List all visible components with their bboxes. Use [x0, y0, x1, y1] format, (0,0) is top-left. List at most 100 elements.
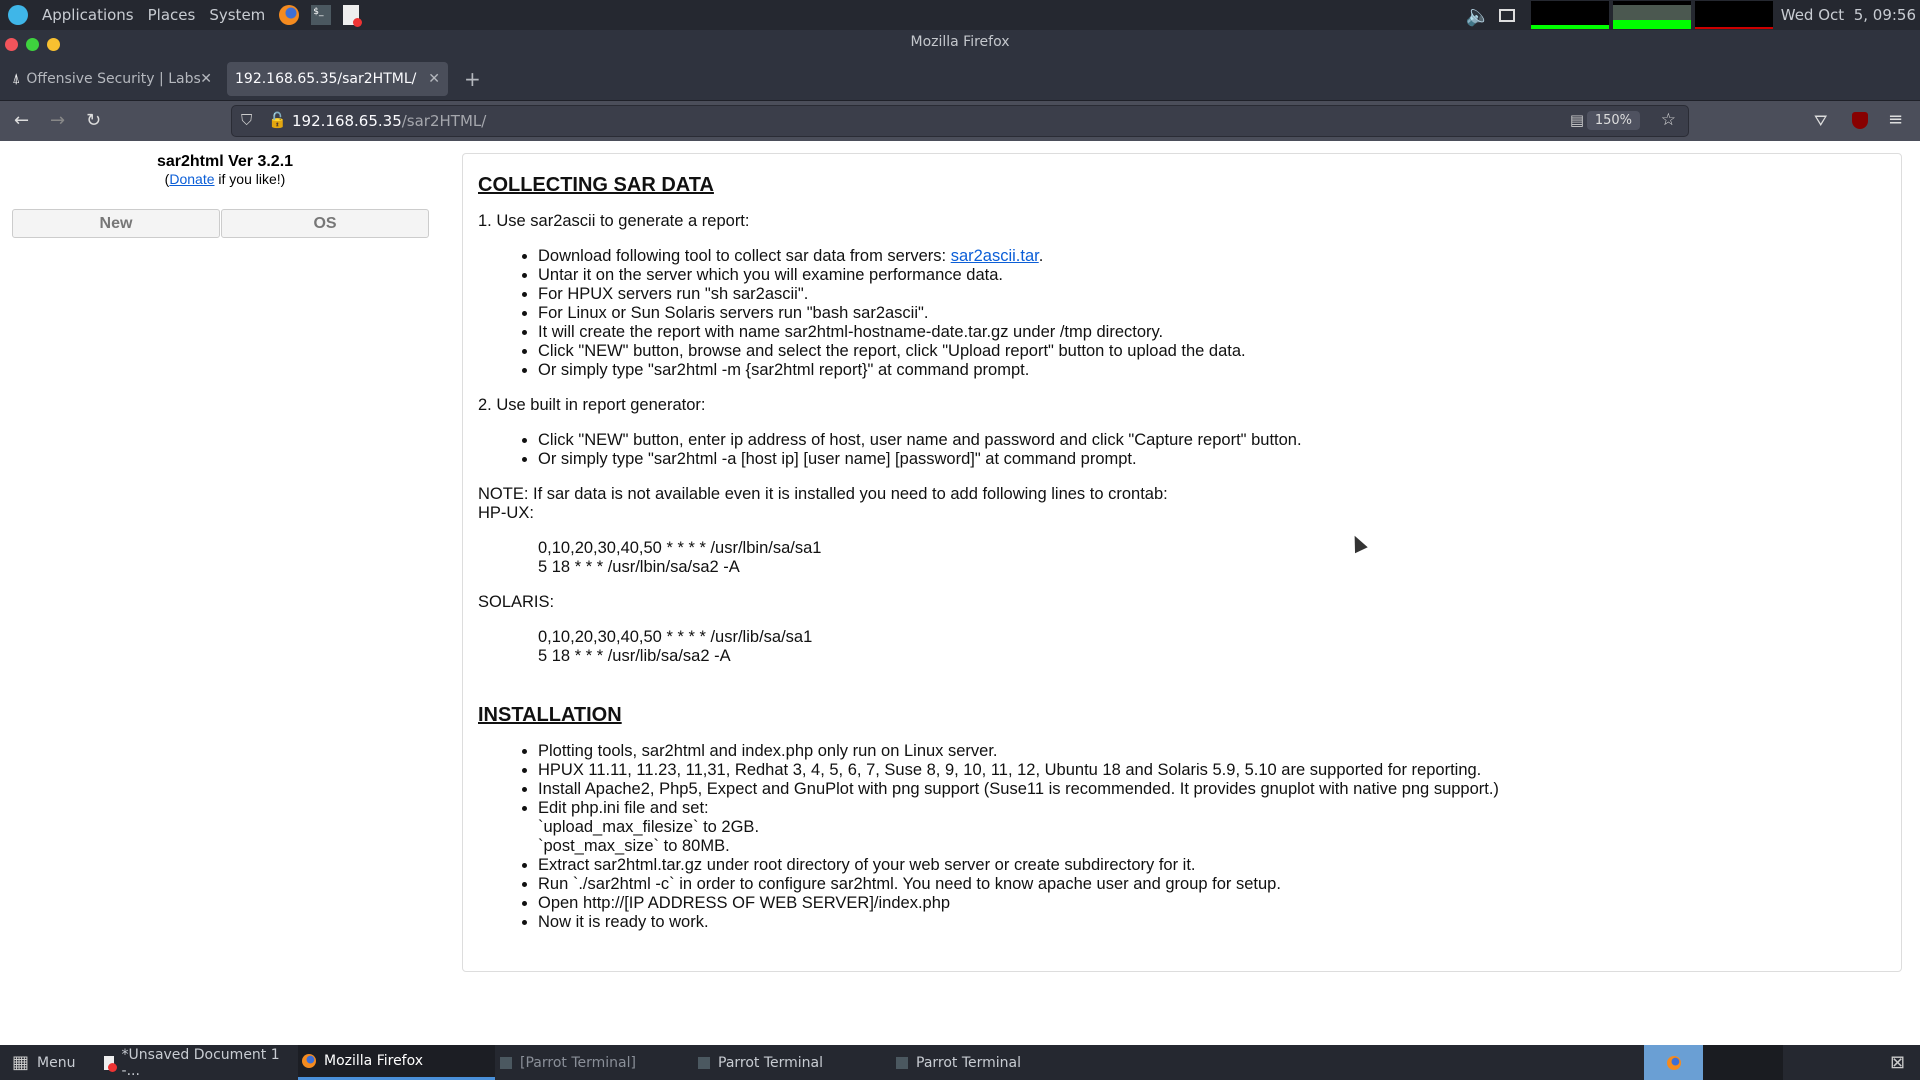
forward-button[interactable]: →: [50, 110, 65, 131]
shield-icon[interactable]: ⛉: [241, 111, 252, 129]
close-tab-icon[interactable]: ✕: [200, 71, 212, 87]
taskbar-item-text-editor[interactable]: *Unsaved Document 1 -...: [104, 1045, 294, 1080]
taskbar-label: *Unsaved Document 1 -...: [121, 1046, 280, 1079]
list-item: Install Apache2, Php5, Expect and GnuPlo…: [538, 780, 1886, 799]
reload-button[interactable]: ↻: [86, 110, 101, 131]
app-version-title: sar2html Ver 3.2.1: [156, 153, 294, 170]
tab-label: 192.168.65.35/sar2HTML/: [235, 71, 417, 87]
solaris-crontab: 0,10,20,30,40,50 * * * * /usr/lib/sa/sa1…: [538, 628, 1886, 666]
menu-hamburger-icon[interactable]: ≡: [1888, 109, 1903, 130]
taskbar-item-firefox[interactable]: Mozilla Firefox: [298, 1045, 495, 1080]
crontab-line: 5 18 * * * /usr/lib/sa/sa2 -A: [538, 647, 731, 665]
list-item: For HPUX servers run "sh sar2ascii".: [538, 285, 1886, 304]
taskbar-item-terminal-1[interactable]: [Parrot Terminal]: [500, 1045, 636, 1080]
firefox-launcher-icon[interactable]: [279, 5, 300, 25]
grid-icon: ▦: [12, 1052, 30, 1073]
list-item: Edit php.ini file and set:`upload_max_fi…: [538, 799, 1886, 856]
crontab-line: 0,10,20,30,40,50 * * * * /usr/lib/sa/sa1: [538, 628, 813, 646]
taskbar-label: [Parrot Terminal]: [520, 1054, 636, 1071]
ublock-icon[interactable]: [1852, 112, 1868, 129]
terminal-launcher-icon[interactable]: $_: [311, 5, 332, 25]
back-button[interactable]: ←: [14, 110, 29, 131]
list-item: Untar it on the server which you will ex…: [538, 266, 1886, 285]
tab-sar2html[interactable]: 192.168.65.35/sar2HTML/ ✕: [227, 62, 448, 96]
sidebar: sar2html Ver 3.2.1 (Donate if you like!)…: [0, 141, 450, 238]
system-menu[interactable]: System: [209, 6, 265, 24]
text-editor-icon: [104, 1055, 116, 1072]
list-item: Extract sar2html.tar.gz under root direc…: [538, 856, 1886, 875]
donate-link[interactable]: Donate: [169, 171, 214, 187]
firefox-icon: [1666, 1055, 1681, 1070]
volume-icon[interactable]: 🔈: [1466, 3, 1491, 27]
donate-text: (Donate if you like!): [0, 171, 450, 187]
tab-offensive-security[interactable]: ⍋ Offensive Security | Labs ✕: [4, 62, 220, 96]
item-text: .: [1038, 247, 1044, 265]
item-text: Edit php.ini file and set:: [538, 799, 709, 817]
list-item: Open http://[IP ADDRESS OF WEB SERVER]/i…: [538, 894, 1886, 913]
taskbar-label: Mozilla Firefox: [324, 1053, 424, 1069]
sar2ascii-download-link[interactable]: sar2ascii.tar: [951, 247, 1039, 265]
list-item: Click "NEW" button, browse and select th…: [538, 342, 1886, 361]
close-tab-icon[interactable]: ✕: [428, 71, 440, 87]
taskbar-item-terminal-3[interactable]: Parrot Terminal: [896, 1045, 1021, 1080]
firefox-window: Mozilla Firefox ⍋ Offensive Security | L…: [0, 30, 1920, 100]
item-text: `upload_max_filesize` to 2GB.: [538, 818, 760, 836]
step-1: 1. Use sar2ascii to generate a report:: [478, 212, 750, 230]
zoom-level-button[interactable]: 150%: [1586, 111, 1640, 130]
list-item: For Linux or Sun Solaris servers run "ba…: [538, 304, 1886, 323]
hpux-label: HP-UX:: [478, 504, 534, 522]
list-item: Run `./sar2html -c` in order to configur…: [538, 875, 1886, 894]
help-content: COLLECTING SAR DATA 1. Use sar2ascii to …: [462, 153, 1902, 972]
step-2-list: Click "NEW" button, enter ip address of …: [538, 431, 1886, 469]
firefox-icon: [302, 1054, 316, 1068]
list-item: It will create the report with name sar2…: [538, 323, 1886, 342]
workspace-2[interactable]: [1703, 1045, 1783, 1080]
clock[interactable]: Wed Oct 5, 09:56: [1781, 6, 1916, 24]
bookmark-star-icon[interactable]: ☆: [1661, 110, 1676, 130]
text-editor-launcher-icon[interactable]: [343, 5, 363, 27]
reader-view-icon[interactable]: ▤: [1570, 111, 1584, 129]
taskbar-menu-button[interactable]: ▦ Menu: [12, 1045, 75, 1080]
pocket-icon[interactable]: ⛛: [1814, 111, 1827, 131]
url-path: /sar2HTML/: [401, 112, 487, 130]
item-text: `post_max_size` to 80MB.: [538, 837, 730, 855]
url-bar[interactable]: ⛉ 🔓 192.168.65.35/sar2HTML/ ▤ 150% ☆: [231, 105, 1689, 137]
offsec-favicon-icon: ⍋: [12, 71, 21, 87]
workspace-switcher[interactable]: [1644, 1045, 1703, 1080]
taskbar-item-terminal-2[interactable]: Parrot Terminal: [698, 1045, 823, 1080]
new-button[interactable]: New: [12, 209, 220, 238]
list-item: Now it is ready to work.: [538, 913, 1886, 932]
network-graph: [1694, 1, 1773, 29]
url-host: 192.168.65.35: [292, 112, 402, 130]
list-item: Or simply type "sar2html -m {sar2html re…: [538, 361, 1886, 380]
taskbar-label: Parrot Terminal: [718, 1054, 824, 1071]
list-item: HPUX 11.11, 11.23, 11,31, Redhat 3, 4, 5…: [538, 761, 1886, 780]
memory-graph: [1612, 1, 1691, 29]
places-menu[interactable]: Places: [148, 6, 196, 24]
applications-menu[interactable]: Applications: [42, 6, 134, 24]
terminal-icon: [698, 1056, 710, 1069]
taskbar: ▦ Menu *Unsaved Document 1 -... Mozilla F…: [0, 1045, 1920, 1080]
new-tab-button[interactable]: +: [456, 62, 489, 96]
item-text: Download following tool to collect sar d…: [538, 247, 951, 265]
cpu-graph: [1530, 1, 1609, 29]
step-2: 2. Use built in report generator:: [478, 396, 706, 414]
terminal-icon: [500, 1056, 512, 1069]
list-item: Plotting tools, sar2html and index.php o…: [538, 742, 1886, 761]
terminal-icon: [896, 1056, 908, 1069]
list-item: Download following tool to collect sar d…: [538, 247, 1886, 266]
show-desktop-icon[interactable]: ⊠: [1890, 1045, 1905, 1080]
os-button[interactable]: OS: [221, 209, 429, 238]
donate-suffix: if you like!): [214, 171, 286, 187]
network-icon[interactable]: [1498, 8, 1515, 22]
top-panel: Applications Places System $_ 🔈 Wed Oct …: [0, 0, 1920, 30]
navigation-toolbar: ← → ↻ ⛉ 🔓 192.168.65.35/sar2HTML/ ▤ 150%…: [0, 100, 1920, 141]
insecure-lock-icon[interactable]: 🔓: [268, 111, 287, 129]
installation-list: Plotting tools, sar2html and index.php o…: [538, 742, 1886, 932]
crontab-line: 0,10,20,30,40,50 * * * * /usr/lbin/sa/sa…: [538, 539, 822, 557]
parrot-logo-icon[interactable]: [8, 5, 28, 25]
list-item: Click "NEW" button, enter ip address of …: [538, 431, 1886, 450]
crontab-note: NOTE: If sar data is not available even …: [478, 485, 1168, 503]
list-item: Or simply type "sar2html -a [host ip] [u…: [538, 450, 1886, 469]
hpux-crontab: 0,10,20,30,40,50 * * * * /usr/lbin/sa/sa…: [538, 539, 1886, 577]
